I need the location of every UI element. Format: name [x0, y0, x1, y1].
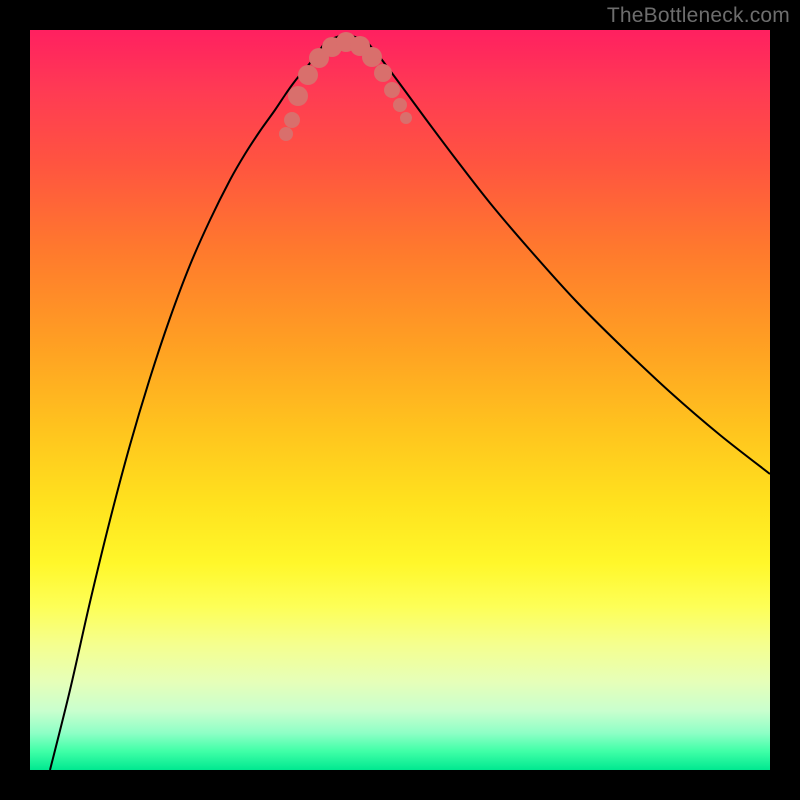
marker-layer — [279, 32, 412, 141]
data-point — [384, 82, 400, 98]
data-point — [374, 64, 392, 82]
data-point — [298, 65, 318, 85]
data-point — [284, 112, 300, 128]
plot-area — [30, 30, 770, 770]
chart-svg — [30, 30, 770, 770]
watermark-text: TheBottleneck.com — [607, 4, 790, 28]
data-point — [393, 98, 407, 112]
data-point — [400, 112, 412, 124]
bottleneck-curve — [50, 35, 770, 770]
outer-frame: TheBottleneck.com — [0, 0, 800, 800]
data-point — [279, 127, 293, 141]
curve-layer — [50, 35, 770, 770]
data-point — [288, 86, 308, 106]
data-point — [362, 47, 382, 67]
